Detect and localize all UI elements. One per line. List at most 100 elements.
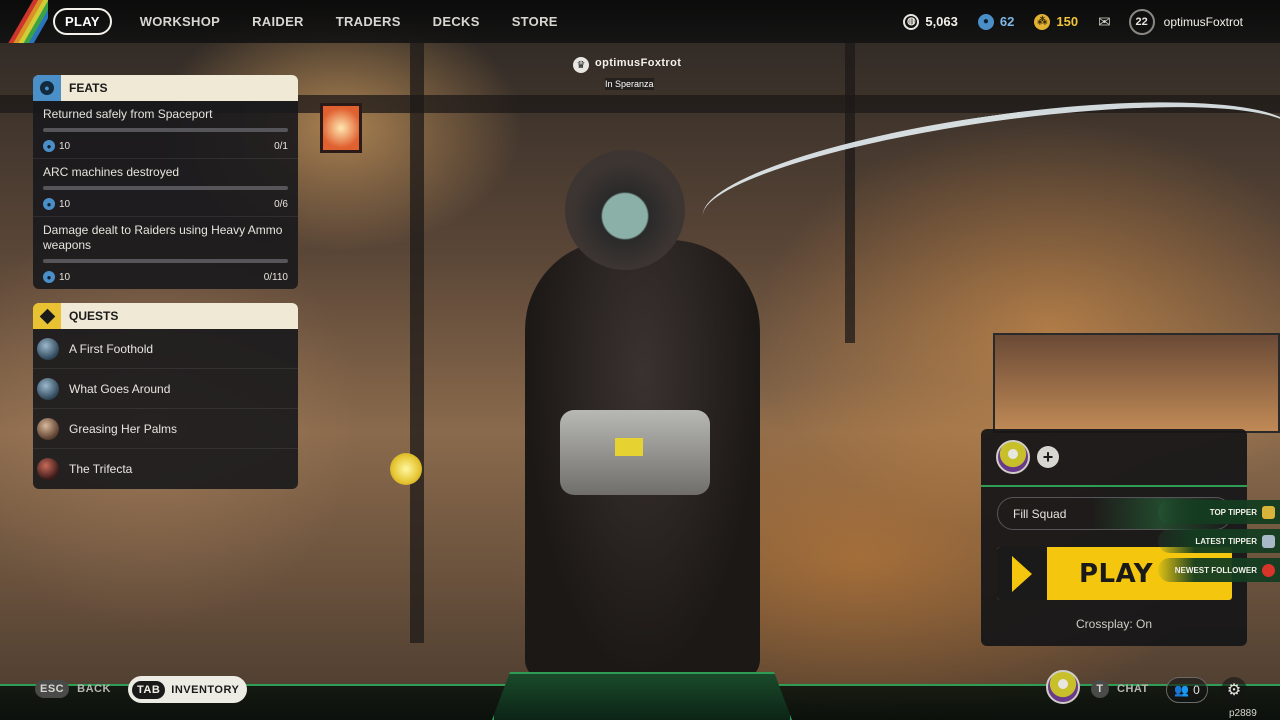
back-label: BACK: [77, 683, 111, 695]
coin-icon: ◍: [903, 13, 920, 30]
stream-alerts: TOP TIPPER LATEST TIPPER NEWEST FOLLOWER: [1158, 500, 1280, 587]
quest-giver-avatar: [37, 458, 59, 480]
diamond-icon: [39, 308, 55, 324]
feat-reward-value: 10: [59, 198, 71, 210]
quest-item[interactable]: Greasing Her Palms: [33, 409, 298, 449]
inventory-button[interactable]: TAB INVENTORY: [128, 676, 248, 703]
gear-icon[interactable]: ⚙: [1221, 677, 1247, 703]
quest-label: The Trifecta: [69, 462, 133, 476]
feat-meta: ● 10 0/6: [43, 198, 288, 210]
feather-icon: ⁂: [1034, 13, 1051, 30]
feat-item[interactable]: Damage dealt to Raiders using Heavy Ammo…: [33, 217, 298, 289]
player-username[interactable]: optimusFoxtrot: [1164, 15, 1243, 29]
feat-title: ARC machines destroyed: [43, 165, 180, 179]
coins-currency[interactable]: ◍ 5,063: [903, 13, 958, 30]
silver-coin-icon: [1262, 534, 1275, 548]
feat-reward: ● 10: [43, 140, 70, 152]
back-hint[interactable]: ESC BACK: [35, 680, 111, 698]
nav-workshop[interactable]: WORKSHOP: [140, 14, 220, 29]
feat-reward: ● 10: [43, 198, 70, 210]
feat-meta: ● 10 0/110: [43, 271, 288, 283]
friends-button[interactable]: 👥 0: [1166, 677, 1208, 703]
feats-panel: ● FEATS Returned safely from Spaceport ●…: [33, 75, 298, 289]
coins-value: 5,063: [925, 14, 958, 29]
raider-character-pack: [560, 410, 710, 495]
feat-progress-bar: [43, 128, 288, 132]
rainbow-corner-decoration: [0, 0, 48, 43]
mail-icon[interactable]: ✉: [1098, 13, 1111, 31]
heart-icon: [1262, 563, 1275, 577]
quests-panel: QUESTS A First Foothold What Goes Around…: [33, 303, 298, 489]
raider-character-body: [525, 240, 760, 680]
feat-item[interactable]: Returned safely from Spaceport ● 10 0/1: [33, 101, 298, 159]
player-nameplate: ♛ optimusFoxtrot In Speranza: [573, 57, 693, 92]
nav-play[interactable]: PLAY: [53, 8, 112, 35]
quests-header-icon: [33, 303, 61, 329]
quest-item[interactable]: What Goes Around: [33, 369, 298, 409]
neon-halo: [694, 73, 1280, 277]
tokens-currency[interactable]: ● 62: [977, 13, 1014, 30]
chat-label: CHAT: [1117, 683, 1149, 695]
quests-title: QUESTS: [69, 309, 119, 323]
nameplate-username: optimusFoxtrot: [595, 57, 682, 69]
feats-header-icon: ●: [33, 75, 61, 101]
main-nav: PLAY WORKSHOP RAIDER TRADERS DECKS STORE: [53, 8, 590, 35]
warning-lamp: [320, 103, 362, 153]
quest-item[interactable]: A First Foothold: [33, 329, 298, 369]
add-squad-member-button[interactable]: +: [1037, 446, 1059, 468]
newest-follower-label: NEWEST FOLLOWER: [1174, 565, 1257, 575]
play-chevron-icon: [997, 547, 1047, 600]
top-bar: PLAY WORKSHOP RAIDER TRADERS DECKS STORE…: [0, 0, 1280, 43]
feat-progress-bar: [43, 259, 288, 263]
squad-member-avatar[interactable]: [996, 440, 1030, 474]
yellow-lamp: [390, 453, 422, 485]
play-button-label: PLAY: [1079, 559, 1154, 589]
player-avatar[interactable]: [1046, 670, 1080, 704]
feat-reward-value: 10: [59, 140, 71, 152]
nav-traders[interactable]: TRADERS: [336, 14, 401, 29]
character-stage-platform: [492, 672, 792, 720]
feathers-value: 150: [1056, 14, 1079, 29]
scaffold-post: [410, 43, 424, 643]
feats-title: FEATS: [69, 81, 108, 95]
nav-decks[interactable]: DECKS: [433, 14, 480, 29]
token-icon: ●: [43, 271, 55, 283]
feat-reward: ● 10: [43, 271, 70, 283]
latest-tipper-alert: LATEST TIPPER: [1158, 529, 1280, 553]
friends-icon: 👥: [1174, 683, 1190, 697]
feat-reward-value: 10: [59, 271, 71, 283]
friends-count: 0: [1193, 683, 1200, 697]
feats-header: ● FEATS: [33, 75, 298, 101]
top-tipper-alert: TOP TIPPER: [1158, 500, 1280, 524]
currency-display: ◍ 5,063 ● 62 ⁂ 150 ✉ 22 optimusFoxtrot: [903, 0, 1280, 43]
quest-label: Greasing Her Palms: [69, 421, 178, 436]
crossplay-status: Crossplay: On: [1075, 617, 1153, 631]
esc-key: ESC: [35, 680, 70, 698]
top-tipper-label: TOP TIPPER: [1209, 507, 1257, 517]
squad-members: +: [981, 429, 1247, 487]
quests-header: QUESTS: [33, 303, 298, 329]
scaffold-post: [845, 43, 855, 343]
nav-raider[interactable]: RAIDER: [252, 14, 304, 29]
quest-giver-avatar: [37, 337, 59, 360]
gold-coin-icon: [1262, 505, 1275, 519]
feat-progress-bar: [43, 186, 288, 190]
quest-item[interactable]: The Trifecta: [33, 449, 298, 489]
feat-meta: ● 10 0/1: [43, 140, 288, 152]
chat-hint[interactable]: T CHAT: [1091, 680, 1149, 698]
feat-progress-text: 0/1: [274, 140, 288, 152]
feat-title: Returned safely from Spaceport: [43, 107, 213, 121]
latest-tipper-label: LATEST TIPPER: [1195, 536, 1257, 546]
feathers-currency[interactable]: ⁂ 150: [1034, 13, 1079, 30]
crown-icon: ♛: [573, 57, 589, 73]
quest-label: A First Foothold: [69, 341, 154, 356]
token-icon: ●: [40, 81, 54, 95]
nav-store[interactable]: STORE: [512, 14, 558, 29]
feat-item[interactable]: ARC machines destroyed ● 10 0/6: [33, 159, 298, 217]
pack-hazard-label: [615, 438, 643, 456]
quest-giver-avatar: [37, 377, 59, 400]
quest-giver-avatar: [37, 417, 59, 440]
nameplate-location: In Speranza: [605, 78, 654, 90]
player-level-badge: 22: [1128, 8, 1155, 35]
quest-label: What Goes Around: [69, 381, 171, 396]
